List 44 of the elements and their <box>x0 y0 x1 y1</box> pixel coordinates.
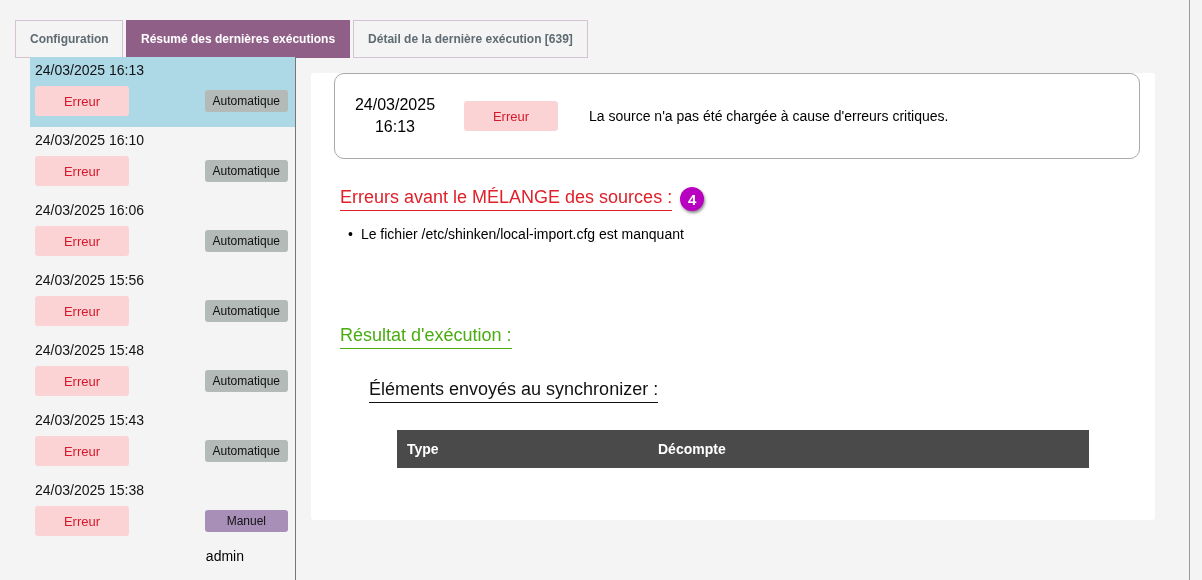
run-date: 24/03/2025 15:38 <box>35 482 145 498</box>
synchronizer-heading: Éléments envoyés au synchronizer : <box>369 379 659 403</box>
run-list-item[interactable]: 24/03/2025 15:43 Erreur Automatique <box>30 407 295 477</box>
summary-message: La source n'a pas été chargée à cause d'erreurs critiques. <box>589 108 949 124</box>
run-date: 24/03/2025 15:48 <box>35 342 145 358</box>
status-label: Erreur <box>35 86 129 116</box>
run-date: 24/03/2025 15:43 <box>35 412 145 428</box>
run-list-item[interactable]: 24/03/2025 15:38 Erreur Manuel admin <box>30 477 295 570</box>
status-label: Erreur <box>35 296 129 326</box>
mode-label: Automatique <box>204 90 288 112</box>
error-item: Le fichier /etc/shinken/local-import.cfg est manquant <box>360 225 684 243</box>
summary-time: 16:13 <box>374 117 415 137</box>
run-date: 24/03/2025 16:06 <box>35 202 145 218</box>
status-label: Erreur <box>35 226 129 256</box>
status-label: Erreur <box>464 101 558 131</box>
column-header: Décompte <box>657 441 727 457</box>
status-label: Erreur <box>35 156 129 186</box>
run-list-item[interactable]: 24/03/2025 16:10 Erreur Automatique <box>30 127 295 197</box>
tab[interactable]: Résumé des dernières exécutions <box>126 20 351 58</box>
mode-label: Automatique <box>204 160 288 182</box>
mode-label: Automatique <box>204 440 288 462</box>
run-date: 24/03/2025 15:56 <box>35 272 145 288</box>
tab[interactable]: Détail de la dernière exécution [639] <box>353 20 588 58</box>
mode-label: Automatique <box>204 370 288 392</box>
error-count-badge: 4 <box>680 187 705 211</box>
run-date: 24/03/2025 16:10 <box>35 132 145 148</box>
run-list-item[interactable]: 24/03/2025 16:13 Erreur Automatique <box>30 57 295 127</box>
status-label: Erreur <box>35 506 129 536</box>
run-user: admin <box>205 548 244 564</box>
status-label: Erreur <box>35 436 129 466</box>
run-list-item[interactable]: 24/03/2025 15:56 Erreur Automatique <box>30 267 295 337</box>
errors-heading: Erreurs avant le MÉLANGE des sources : <box>340 187 673 211</box>
status-label: Erreur <box>35 366 129 396</box>
summary-date: 24/03/2025 <box>354 95 436 115</box>
run-date: 24/03/2025 16:13 <box>35 62 145 78</box>
mode-label: Manuel <box>204 510 288 532</box>
result-heading: Résultat d'exécution : <box>340 325 512 349</box>
column-header: Type <box>406 441 440 457</box>
tab[interactable]: Configuration <box>15 20 123 58</box>
mode-label: Automatique <box>204 300 288 322</box>
mode-label: Automatique <box>204 230 288 252</box>
run-list-item[interactable]: 24/03/2025 16:06 Erreur Automatique <box>30 197 295 267</box>
run-list-item[interactable]: 24/03/2025 15:48 Erreur Automatique <box>30 337 295 407</box>
bullet: • <box>348 225 353 243</box>
